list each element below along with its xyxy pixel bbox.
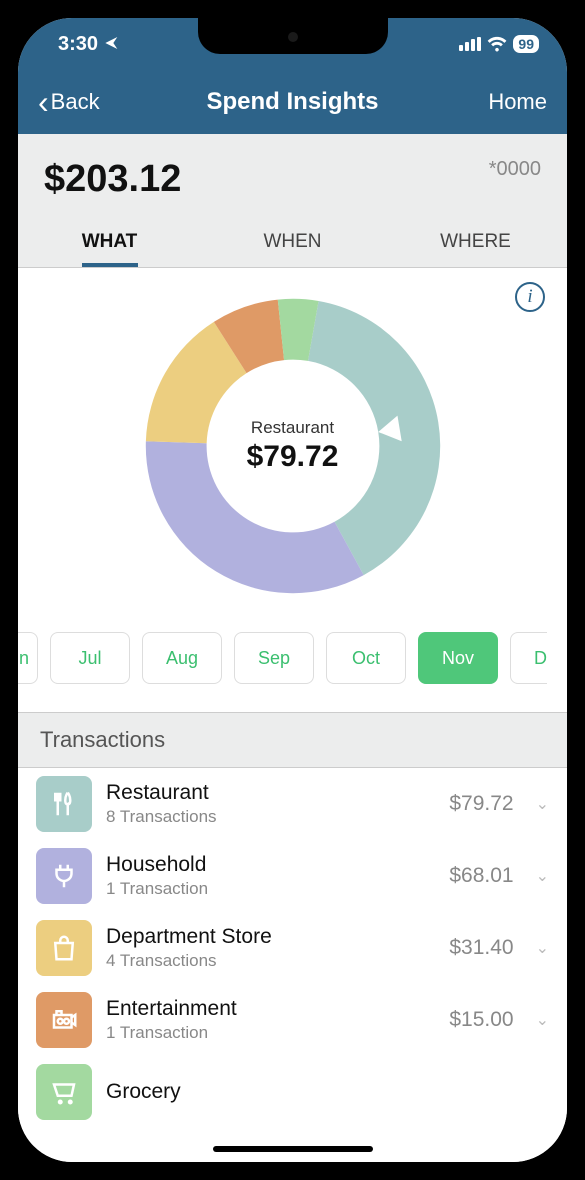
transaction-row-household[interactable]: Household1 Transaction $68.01 ⌄ [18,840,567,912]
chevron-down-icon: ⌄ [536,1010,549,1030]
notch [198,18,388,54]
page-title: Spend Insights [206,88,378,116]
tx-category: Department Store [106,925,435,949]
back-button[interactable]: ‹ Back [38,86,100,118]
tx-text: Grocery [106,1080,549,1104]
transaction-list: Restaurant8 Transactions$79.72⌄Household… [18,768,567,1162]
tx-amount: $31.40 [449,936,513,960]
transaction-row-department-store[interactable]: Department Store4 Transactions $31.40 ⌄ [18,912,567,984]
tabs: WHAT WHEN WHERE [18,219,567,267]
chevron-down-icon: ⌄ [536,866,549,886]
phone-frame: 3:30 99 ‹ Back Spend Insights Home $203.… [0,0,585,1180]
summary-section: $203.12 *0000 WHAT WHEN WHERE [18,134,567,268]
chevron-down-icon: ⌄ [536,938,549,958]
tab-when[interactable]: WHEN [201,219,384,267]
transactions-header: Transactions [18,712,567,768]
tx-subtext: 8 Transactions [106,807,435,827]
home-button[interactable]: Home [488,89,547,115]
back-label: Back [51,89,100,115]
category-icon-plug [36,848,92,904]
chart-area: i Restaurant $79.72 nJulAugSepOctNov Dec [18,268,567,712]
tx-amount: $79.72 [449,792,513,816]
donut-center: Restaurant $79.72 [247,418,339,474]
tx-amount: $68.01 [449,864,513,888]
screen: 3:30 99 ‹ Back Spend Insights Home $203.… [18,18,567,1162]
category-icon-bag [36,920,92,976]
month-chip-dec[interactable]: Dec [510,632,547,684]
category-icon-cart [36,1064,92,1120]
time-text: 3:30 [58,33,98,55]
battery-badge: 99 [513,35,539,53]
tab-where[interactable]: WHERE [384,219,567,267]
tx-subtext: 1 Transaction [106,1023,435,1043]
month-selector: nJulAugSepOctNov Dec [18,606,547,704]
month-chip-nov[interactable]: Nov [418,632,498,684]
transaction-row-restaurant[interactable]: Restaurant8 Transactions $79.72 ⌄ [18,768,567,840]
tx-text: Entertainment1 Transaction [106,997,435,1043]
month-chip-sep[interactable]: Sep [234,632,314,684]
tx-text: Department Store4 Transactions [106,925,435,971]
category-icon-camera [36,992,92,1048]
month-chip-jul[interactable]: Jul [50,632,130,684]
month-chip-aug[interactable]: Aug [142,632,222,684]
tx-category: Grocery [106,1080,549,1104]
tx-category: Household [106,853,435,877]
tx-category: Restaurant [106,781,435,805]
chevron-down-icon: ⌄ [536,794,549,814]
tx-text: Household1 Transaction [106,853,435,899]
tx-category: Entertainment [106,997,435,1021]
donut-center-value: $79.72 [247,440,339,474]
home-indicator[interactable] [213,1146,373,1152]
status-time: 3:30 [58,33,120,56]
donut-center-label: Restaurant [247,418,339,438]
category-icon-fork-knife [36,776,92,832]
month-chip-n[interactable]: n [18,632,38,684]
status-right: 99 [459,35,539,53]
tx-text: Restaurant8 Transactions [106,781,435,827]
signal-icon [459,37,481,51]
total-amount: $203.12 [44,158,181,201]
wifi-icon [487,36,507,52]
account-mask: *0000 [489,158,541,181]
transaction-row-entertainment[interactable]: Entertainment1 Transaction $15.00 ⌄ [18,984,567,1056]
tab-what[interactable]: WHAT [18,219,201,267]
tx-subtext: 1 Transaction [106,879,435,899]
transaction-row-grocery[interactable]: Grocery [18,1056,567,1128]
nav-bar: ‹ Back Spend Insights Home [18,70,567,134]
tx-subtext: 4 Transactions [106,951,435,971]
chevron-left-icon: ‹ [38,86,49,118]
donut-chart[interactable]: Restaurant $79.72 [133,286,453,606]
tx-amount: $15.00 [449,1008,513,1032]
month-chip-oct[interactable]: Oct [326,632,406,684]
info-button[interactable]: i [515,282,545,312]
